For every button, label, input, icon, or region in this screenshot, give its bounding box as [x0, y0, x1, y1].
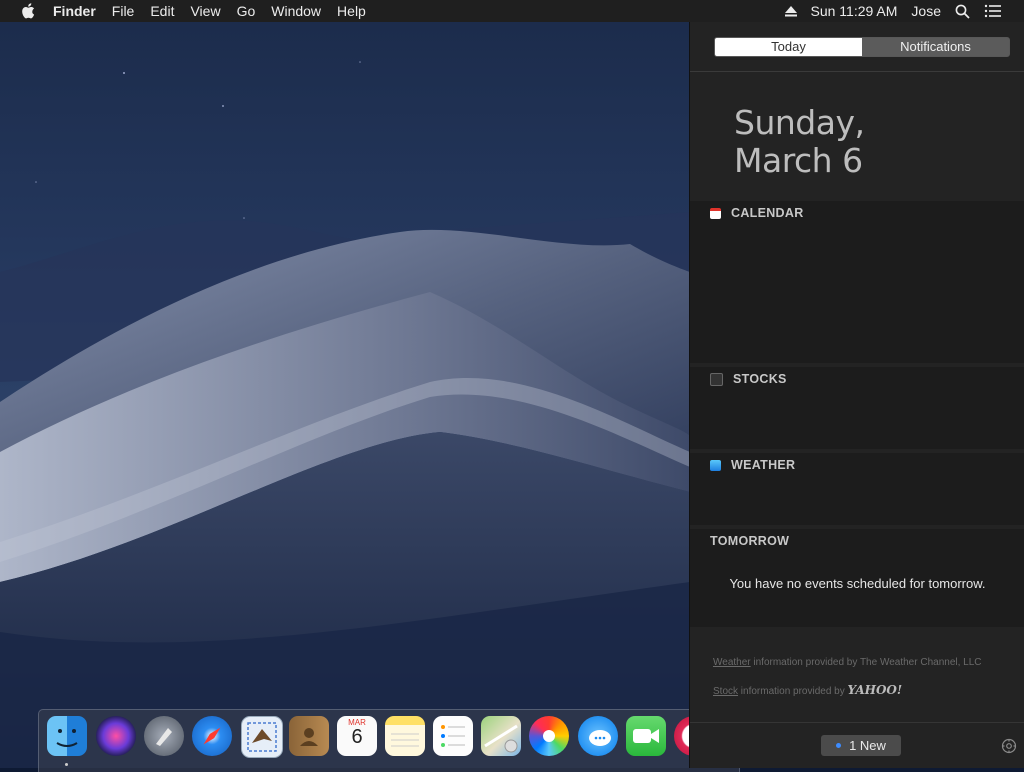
calendar-widget[interactable]: CALENDAR	[690, 201, 1024, 363]
tomorrow-message: You have no events scheduled for tomorro…	[729, 576, 986, 591]
maps-icon[interactable]	[481, 716, 521, 756]
menu-edit[interactable]: Edit	[150, 0, 174, 22]
tab-today[interactable]: Today	[715, 38, 862, 56]
siri-icon[interactable]	[96, 716, 136, 756]
footer-divider	[690, 722, 1024, 723]
menu-help[interactable]: Help	[337, 0, 366, 22]
gear-icon[interactable]	[1001, 738, 1017, 754]
facetime-icon[interactable]	[626, 716, 666, 756]
dock: MAR 6	[38, 709, 740, 772]
tab-notifications[interactable]: Notifications	[862, 38, 1009, 56]
stocks-widget-header: STOCKS	[710, 372, 787, 386]
desktop-wallpaper	[0, 22, 690, 768]
stock-credit: Stock information provided by YAHOO!	[713, 683, 902, 697]
stocks-widget[interactable]: STOCKS	[690, 367, 1024, 449]
dune-wallpaper	[0, 61, 690, 768]
notes-icon[interactable]	[385, 716, 425, 756]
calendar-icon-day: 6	[351, 726, 363, 748]
menu-user[interactable]: Jose	[911, 0, 941, 22]
view-segmented-control: Today Notifications	[714, 37, 1010, 57]
menu-file[interactable]: File	[112, 0, 135, 22]
reminders-icon[interactable]	[433, 716, 473, 756]
menu-view[interactable]: View	[190, 0, 220, 22]
today-date: Sunday, March 6	[734, 103, 865, 180]
tomorrow-widget-title: TOMORROW	[710, 534, 790, 548]
messages-icon[interactable]	[578, 716, 618, 756]
header-divider	[690, 71, 1024, 72]
photos-icon[interactable]	[529, 716, 569, 756]
finder-running-indicator	[65, 763, 68, 766]
spotlight-search-icon[interactable]	[955, 4, 970, 19]
menu-bar: Finder File Edit View Go Window Help Sun…	[0, 0, 1024, 22]
calendar-widget-icon	[710, 207, 721, 219]
menu-go[interactable]: Go	[237, 0, 256, 22]
notification-center-icon[interactable]	[984, 3, 1002, 19]
stock-credit-link[interactable]: Stock	[713, 686, 738, 697]
date-month-day: March 6	[734, 141, 863, 180]
safari-icon[interactable]	[192, 716, 232, 756]
weather-credit-link[interactable]: Weather	[713, 657, 751, 668]
stock-credit-text: information provided by	[738, 686, 848, 697]
stocks-widget-icon	[710, 372, 723, 386]
calendar-widget-header: CALENDAR	[710, 206, 804, 220]
weather-widget-icon	[710, 459, 721, 471]
eject-icon[interactable]	[784, 5, 797, 17]
weather-widget-header: WEATHER	[710, 458, 795, 472]
menu-window[interactable]: Window	[271, 0, 321, 22]
yahoo-logo: YAHOO!	[847, 683, 903, 697]
weather-credit: Weather information provided by The Weat…	[713, 657, 982, 668]
notification-center-panel: Today Notifications Sunday, March 6 CALE…	[689, 22, 1024, 768]
menu-clock[interactable]: Sun 11:29 AM	[811, 0, 898, 22]
new-widgets-label: 1 New	[849, 738, 886, 753]
mail-icon[interactable]	[241, 716, 283, 758]
tomorrow-widget-header: TOMORROW	[710, 534, 789, 548]
tomorrow-widget[interactable]: TOMORROW You have no events scheduled fo…	[690, 529, 1024, 627]
calendar-icon[interactable]: MAR 6	[337, 716, 377, 756]
calendar-widget-title: CALENDAR	[731, 206, 804, 220]
apple-menu-icon[interactable]	[19, 0, 37, 22]
new-widgets-button[interactable]: 1 New	[821, 735, 901, 756]
date-weekday: Sunday,	[734, 103, 865, 142]
weather-widget-title: WEATHER	[731, 458, 796, 472]
stocks-widget-title: STOCKS	[733, 372, 787, 386]
weather-credit-text: information provided by The Weather Chan…	[750, 657, 982, 668]
finder-icon[interactable]	[47, 716, 87, 756]
weather-widget[interactable]: WEATHER	[690, 453, 1024, 525]
menu-app-name[interactable]: Finder	[53, 0, 96, 22]
contacts-icon[interactable]	[289, 716, 329, 756]
new-indicator-dot	[836, 743, 842, 748]
launchpad-icon[interactable]	[144, 716, 184, 756]
